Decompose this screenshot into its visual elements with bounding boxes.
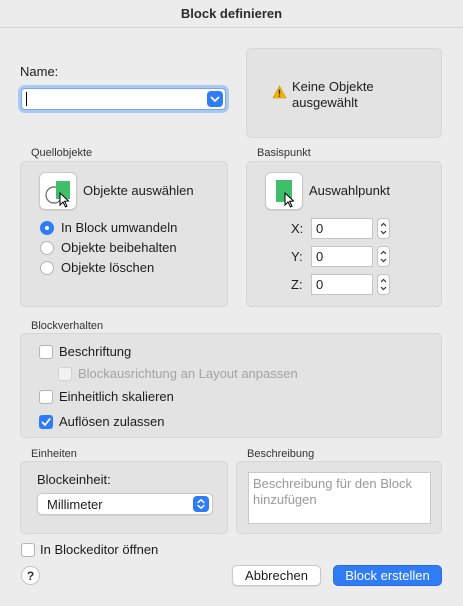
warning-icon xyxy=(272,85,287,99)
select-objects-icon xyxy=(45,181,70,208)
z-coordinate-input[interactable]: 0 xyxy=(311,274,373,295)
x-coordinate-input[interactable]: 0 xyxy=(311,218,373,239)
retain-objects-radio[interactable] xyxy=(40,241,54,255)
x-stepper[interactable] xyxy=(377,218,390,239)
warning-text-line1: Keine Objekte xyxy=(292,79,374,94)
warning-text-line2: ausgewählt xyxy=(292,95,358,110)
stepper-arrows-icon xyxy=(380,278,387,291)
text-caret xyxy=(26,92,27,106)
match-layout-orientation-checkbox[interactable] xyxy=(58,367,72,381)
name-label: Name: xyxy=(20,64,59,79)
open-in-block-editor-checkbox[interactable] xyxy=(21,543,35,557)
create-block-button[interactable]: Block erstellen xyxy=(333,565,442,586)
annotative-checkbox[interactable] xyxy=(39,345,53,359)
select-objects-label: Objekte auswählen xyxy=(83,183,194,198)
base-point-panel: Auswahlpunkt X: 0 Y: 0 Z: 0 xyxy=(246,161,442,307)
description-textarea[interactable]: Beschreibung für den Block hinzufügen xyxy=(248,472,431,524)
selection-status-panel: Keine Objekte ausgewählt xyxy=(246,48,442,138)
delete-objects-radio[interactable] xyxy=(40,261,54,275)
convert-to-block-label: In Block umwandeln xyxy=(61,220,178,235)
match-layout-orientation-label: Blockausrichtung an Layout anpassen xyxy=(78,366,298,381)
block-behavior-panel: Beschriftung Blockausrichtung an Layout … xyxy=(20,333,442,438)
block-unit-label: Blockeinheit: xyxy=(37,472,111,487)
units-panel: Blockeinheit: Millimeter xyxy=(20,461,228,534)
cancel-button[interactable]: Abbrechen xyxy=(232,565,321,586)
block-behavior-section-label: Blockverhalten xyxy=(31,320,104,332)
description-section-label: Beschreibung xyxy=(247,448,315,460)
block-unit-select[interactable]: Millimeter xyxy=(37,493,213,515)
base-point-section-label: Basispunkt xyxy=(257,147,311,159)
description-panel: Beschreibung für den Block hinzufügen xyxy=(236,461,442,534)
uniform-scale-checkbox[interactable] xyxy=(39,390,53,404)
uniform-scale-label: Einheitlich skalieren xyxy=(59,389,174,404)
source-objects-section-label: Quellobjekte xyxy=(31,147,93,159)
name-dropdown-button[interactable] xyxy=(207,91,223,107)
convert-to-block-radio[interactable] xyxy=(40,221,54,235)
annotative-label: Beschriftung xyxy=(59,344,132,359)
name-combobox[interactable] xyxy=(21,88,226,110)
help-button[interactable]: ? xyxy=(21,566,40,585)
units-section-label: Einheiten xyxy=(31,448,77,460)
chevron-down-icon xyxy=(210,96,220,102)
y-stepper[interactable] xyxy=(377,246,390,267)
retain-objects-label: Objekte beibehalten xyxy=(61,240,177,255)
select-objects-button[interactable] xyxy=(39,172,77,210)
up-down-chevron-icon xyxy=(197,499,205,509)
block-unit-value: Millimeter xyxy=(47,497,103,512)
block-unit-select-button[interactable] xyxy=(193,496,209,512)
pick-point-label: Auswahlpunkt xyxy=(309,183,390,198)
pick-point-icon xyxy=(276,180,295,208)
z-label: Z: xyxy=(291,277,303,292)
y-label: Y: xyxy=(291,249,303,264)
x-label: X: xyxy=(291,221,304,236)
allow-explode-checkbox[interactable] xyxy=(39,415,53,429)
allow-explode-label: Auflösen zulassen xyxy=(59,414,165,429)
dialog-title: Block definieren xyxy=(0,0,463,28)
stepper-arrows-icon xyxy=(380,222,387,235)
y-coordinate-input[interactable]: 0 xyxy=(311,246,373,267)
open-in-block-editor-label: In Blockeditor öffnen xyxy=(40,542,159,557)
pick-point-button[interactable] xyxy=(265,172,303,210)
stepper-arrows-icon xyxy=(380,250,387,263)
delete-objects-label: Objekte löschen xyxy=(61,260,155,275)
checkmark-icon xyxy=(41,418,51,426)
source-objects-panel: Objekte auswählen In Block umwandeln Obj… xyxy=(20,161,228,307)
z-stepper[interactable] xyxy=(377,274,390,295)
